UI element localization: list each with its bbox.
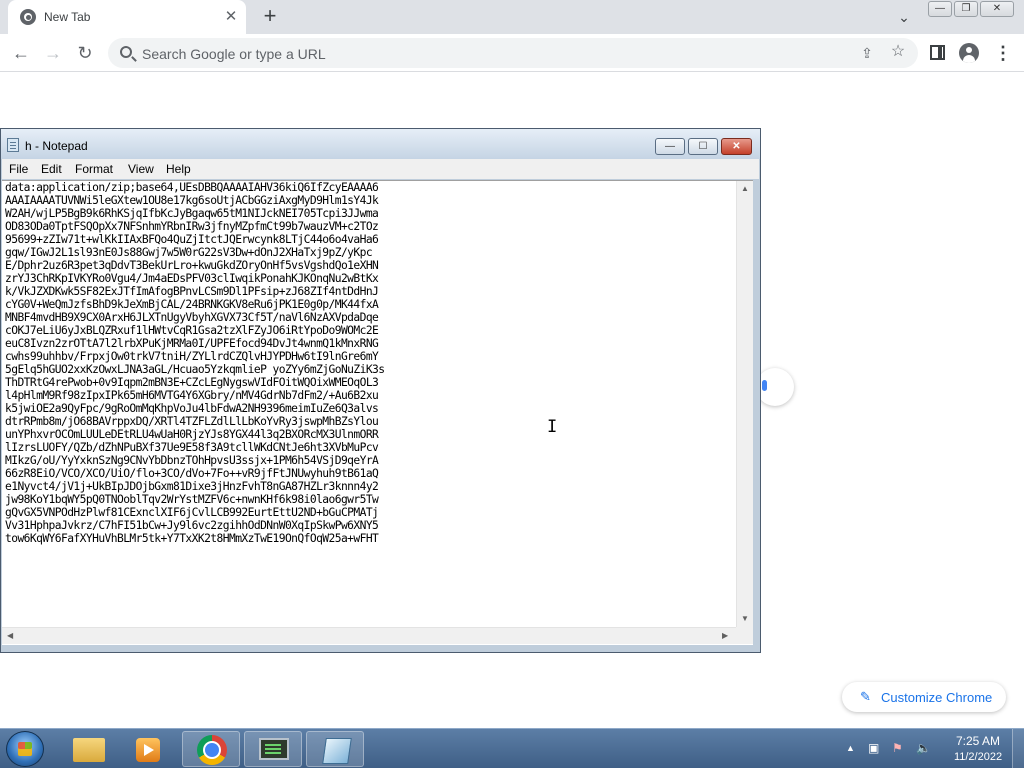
omnibox[interactable]: Search Google or type a URL ⇪ ☆ — [108, 38, 918, 68]
back-icon[interactable]: ← — [8, 40, 34, 66]
start-button[interactable] — [6, 731, 44, 767]
tab-strip: New Tab ✕ + ⌄ — ❐ ✕ — [0, 0, 1024, 34]
chrome-newtab-icon — [20, 9, 36, 25]
notepad-text-line[interactable]: Vv31HphpaJvkrz/C7hFI51bCw+Jy9l6vc2zgihhO… — [5, 519, 735, 532]
menu-help[interactable]: Help — [166, 162, 191, 176]
text-cursor-icon: I — [547, 417, 558, 437]
notepad-text-line[interactable]: tow6KqWY6FafXYHuVhBLMr5tk+Y7TxXK2t8HMmXz… — [5, 532, 735, 545]
notepad-titlebar[interactable]: h - Notepad — ☐ ✕ — [1, 129, 760, 159]
action-center-flag-icon[interactable]: ⚑ — [892, 741, 903, 755]
notepad-text-line[interactable]: cYG0V+WeQmJzfsBhD9kJeXmBjCAL/24BRNKGKV8e… — [5, 298, 735, 311]
notepad-text-line[interactable]: AAAIAAAATUVNWi5leGXtew1OU8e17kg6soUtjACb… — [5, 194, 735, 207]
notepad-text-line[interactable]: data:application/zip;base64,UEsDBBQAAAAI… — [5, 181, 735, 194]
notepad-text-line[interactable]: euC8Ivzn2zrOTtA7l2lrbXPuKjMRMa0I/UPFEfoc… — [5, 337, 735, 350]
network-icon[interactable]: ▣ — [868, 741, 879, 755]
notepad-app-icon — [7, 138, 19, 152]
scroll-left-arrow-icon[interactable]: ◀ — [7, 631, 13, 641]
notepad-menubar: File Edit Format View Help — [2, 159, 759, 179]
forward-icon[interactable]: → — [40, 40, 66, 66]
horizontal-scrollbar[interactable]: ◀ ▶ — [2, 627, 736, 644]
tab-title: New Tab — [44, 10, 91, 24]
taskbar: ▲ ▣ ⚑ 🔈 7:25 AM 11/2/2022 — [0, 728, 1024, 769]
notepad-title: h - Notepad — [25, 139, 88, 153]
notepad-text-line[interactable]: 95699+zZIw71t+wlKkIIAxBFQo4QuZjItctJQErw… — [5, 233, 735, 246]
show-desktop-button[interactable] — [1012, 729, 1024, 769]
share-icon[interactable]: ⇪ — [858, 44, 876, 62]
resize-grip[interactable] — [736, 627, 753, 644]
side-panel-icon[interactable] — [930, 45, 945, 60]
notepad-text-content[interactable]: data:application/zip;base64,UEsDBBQAAAAI… — [5, 181, 735, 621]
voice-search-mic-icon[interactable] — [756, 368, 794, 406]
customize-chrome-button[interactable]: ✎ Customize Chrome — [842, 682, 1006, 712]
customize-chrome-label: Customize Chrome — [881, 690, 993, 705]
notepad-text-line[interactable]: MNBF4mvdHB9X9CX0ArxH6JLXTnUgyVbyhXGVX73C… — [5, 311, 735, 324]
scroll-down-arrow-icon[interactable]: ▼ — [741, 614, 749, 624]
taskbar-notepad-button[interactable] — [306, 731, 364, 767]
reload-icon[interactable]: ↻ — [72, 40, 98, 66]
chrome-icon — [197, 735, 227, 765]
taskbar-chrome-button[interactable] — [182, 731, 240, 767]
notepad-text-line[interactable]: e1Nyvct4/jV1j+UkBIpJDOjbGxm81Dixe3jHnzFv… — [5, 480, 735, 493]
notepad-text-line[interactable]: k/VkJZXDKwk5SF82ExJTfImAfogBPnvLCSm9Dl1P… — [5, 285, 735, 298]
notepad-text-line[interactable]: 5gElq5hGUO2xxKzOwxLJNA3aGL/Hcuao5Yzkqmli… — [5, 363, 735, 376]
notepad-text-line[interactable]: ThDTRtG4rePwob+0v9Iqpm2mBN3E+CZcLEgNygsw… — [5, 376, 735, 389]
window-restore-button[interactable]: ❐ — [954, 1, 978, 17]
tab-close-icon[interactable]: ✕ — [222, 8, 240, 26]
task-manager-icon — [259, 738, 289, 760]
browser-toolbar: ← → ↻ Search Google or type a URL ⇪ ☆ ⋮ — [0, 34, 1024, 72]
taskbar-task-manager-button[interactable] — [244, 731, 302, 767]
profile-avatar-icon[interactable] — [959, 43, 979, 63]
clock-time[interactable]: 7:25 AM — [948, 734, 1008, 748]
menu-view[interactable]: View — [128, 162, 154, 176]
notepad-text-line[interactable]: E/Dphr2uz6R3pet3qDdvT3BekUrLro+kwuGkdZOr… — [5, 259, 735, 272]
chrome-menu-icon[interactable]: ⋮ — [994, 42, 1012, 64]
media-player-icon — [136, 738, 160, 762]
notepad-text-line[interactable]: OD83ODa0TptFSQOpXx7NFSnhmYRbnIRw3jfnyMZp… — [5, 220, 735, 233]
notepad-minimize-button[interactable]: — — [655, 138, 685, 155]
new-tab-button[interactable]: + — [258, 4, 282, 30]
vertical-scrollbar[interactable]: ▲ ▼ — [736, 181, 753, 627]
notepad-text-line[interactable]: cOKJ7eLiU6yJxBLQZRxuf1lHWtvCqR1Gsa2tzXlF… — [5, 324, 735, 337]
notepad-text-line[interactable]: zrYJ3ChRKpIVKYRo0Vgu4/Jm4aEDsPFV03clIwqi… — [5, 272, 735, 285]
notepad-close-button[interactable]: ✕ — [721, 138, 752, 155]
notepad-text-line[interactable]: lIzrsLUOFY/QZb/dZhNPuBXf37Ue9E58f3A9tcll… — [5, 441, 735, 454]
pencil-icon: ✎ — [860, 689, 871, 704]
notepad-text-line[interactable]: cwhs99uhhbv/FrpxjOw0trkV7tniH/ZYLlrdCZQl… — [5, 350, 735, 363]
notepad-text-line[interactable]: k5jwiOE2a9QyFpc/9gRoOmMqKhpVoJu4lbFdwA2N… — [5, 402, 735, 415]
menu-format[interactable]: Format — [75, 162, 113, 176]
notepad-window: h - Notepad — ☐ ✕ File Edit Format View … — [0, 128, 761, 653]
taskbar-media-player-button[interactable] — [120, 731, 178, 767]
bookmark-star-icon[interactable]: ☆ — [889, 43, 907, 61]
tab-new-tab[interactable]: New Tab ✕ — [8, 0, 246, 34]
system-tray: ▲ ▣ ⚑ 🔈 7:25 AM 11/2/2022 — [840, 729, 1024, 769]
clock-date[interactable]: 11/2/2022 — [944, 751, 1012, 763]
folder-icon — [73, 738, 105, 762]
menu-file[interactable]: File — [9, 162, 28, 176]
volume-icon[interactable]: 🔈 — [916, 741, 931, 755]
search-icon — [120, 46, 132, 58]
notepad-text-line[interactable]: l4pHlmM9Rf98zIpxIPk65mH6MVTG4Y6XGbry/nMV… — [5, 389, 735, 402]
notepad-text-line[interactable]: jw98KoY1bqWY5pQ0TNOoblTqv2WrYstMZFV6c+nw… — [5, 493, 735, 506]
window-close-button[interactable]: ✕ — [980, 1, 1014, 17]
scroll-right-arrow-icon[interactable]: ▶ — [722, 631, 728, 641]
notepad-text-line[interactable]: 66zR8EiO/VCO/XCO/UiO/flo+3CO/dVo+7Fo++vR… — [5, 467, 735, 480]
notepad-text-line[interactable]: unYPhxvrOCOmLUULeDEtRLU4wUaH0RjzYJs8YGX4… — [5, 428, 735, 441]
notepad-maximize-button[interactable]: ☐ — [688, 138, 718, 155]
omnibox-placeholder: Search Google or type a URL — [142, 46, 326, 62]
window-minimize-button[interactable]: — — [928, 1, 952, 17]
taskbar-explorer-button[interactable] — [60, 731, 118, 767]
scroll-up-arrow-icon[interactable]: ▲ — [741, 184, 749, 194]
notepad-icon — [322, 738, 352, 764]
tab-search-icon[interactable]: ⌄ — [894, 8, 914, 26]
notepad-text-area[interactable]: data:application/zip;base64,UEsDBBQAAAAI… — [2, 180, 753, 645]
show-hidden-icons-chevron-icon[interactable]: ▲ — [846, 741, 855, 755]
notepad-text-line[interactable]: MIkzG/oU/YyYxknSzNg9CNvYbDbnzTOhHpvsU3ss… — [5, 454, 735, 467]
notepad-text-line[interactable]: gQvGX5VNPOdHzPlwf81CExnclXIF6jCvlLCB992E… — [5, 506, 735, 519]
notepad-text-line[interactable]: dtrRPmb8m/jO68BAVrppxDQ/XRTl4TZFLZdlLlLb… — [5, 415, 735, 428]
menu-edit[interactable]: Edit — [41, 162, 62, 176]
notepad-text-line[interactable]: W2AH/wjLP5BgB9k6RhKSjqIfbKcJyBgaqw65tM1N… — [5, 207, 735, 220]
notepad-text-line[interactable]: gqw/IGwJ2L1sl93nE0Js88Gwj7w5W0rG22sV3Dw+… — [5, 246, 735, 259]
